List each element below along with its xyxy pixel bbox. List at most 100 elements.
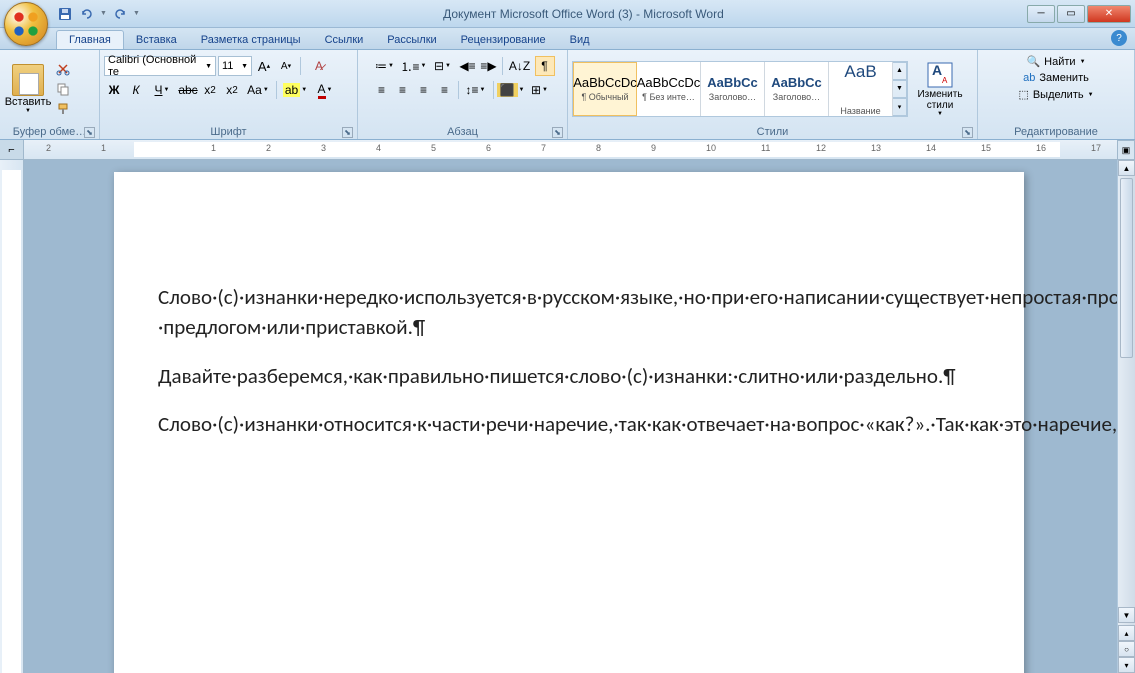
- vertical-scrollbar[interactable]: ▲ ▼ ▴ ○ ▾: [1117, 160, 1135, 673]
- document-area: Слово·(с)·изнанки·нередко·используется·в…: [0, 160, 1135, 673]
- cut-icon[interactable]: [54, 60, 72, 78]
- outdent-button[interactable]: ◀≡: [458, 56, 478, 76]
- office-button[interactable]: [4, 2, 48, 46]
- scroll-thumb[interactable]: [1120, 178, 1133, 358]
- save-icon[interactable]: [56, 5, 74, 23]
- superscript-button[interactable]: x2: [222, 80, 242, 100]
- style-title[interactable]: АаВНазвание: [829, 62, 893, 116]
- undo-dropdown-icon[interactable]: ▼: [100, 10, 107, 17]
- tab-mailings[interactable]: Рассылки: [375, 31, 448, 49]
- tab-insert[interactable]: Вставка: [124, 31, 189, 49]
- group-editing: 🔍Найти ▼ abЗаменить ⬚Выделить ▼ Редактир…: [978, 50, 1135, 139]
- justify-button[interactable]: ≡: [435, 80, 455, 100]
- align-left-button[interactable]: ≡: [372, 80, 392, 100]
- undo-icon[interactable]: [78, 5, 96, 23]
- copy-icon[interactable]: [54, 80, 72, 98]
- font-color-button[interactable]: A▼: [311, 80, 339, 100]
- titlebar: ▼ ▼ Документ Microsoft Office Word (3) -…: [0, 0, 1135, 28]
- tab-references[interactable]: Ссылки: [313, 31, 376, 49]
- qat-customize-icon[interactable]: ▼: [133, 10, 140, 17]
- gallery-down-icon[interactable]: ▼: [893, 80, 907, 98]
- ribbon: Вставить ▼ Буфер обме…⬊ Calibri (Основно…: [0, 50, 1135, 140]
- minimize-button[interactable]: ─: [1027, 5, 1055, 23]
- italic-button[interactable]: К: [126, 80, 146, 100]
- tab-selector[interactable]: ⌐: [0, 140, 24, 159]
- styles-launcher[interactable]: ⬊: [962, 127, 973, 138]
- scroll-down-icon[interactable]: ▼: [1118, 607, 1135, 623]
- align-center-button[interactable]: ≡: [393, 80, 413, 100]
- style-heading1[interactable]: AaBbCcЗаголово…: [701, 62, 765, 116]
- replace-button[interactable]: abЗаменить: [1021, 71, 1091, 85]
- find-button[interactable]: 🔍Найти ▼: [1024, 54, 1087, 69]
- group-font: Calibri (Основной те▼ 11▼ A▴ A▾ A̷ Ж К Ч…: [100, 50, 358, 139]
- ruler-vertical[interactable]: [0, 160, 24, 673]
- redo-icon[interactable]: [111, 5, 129, 23]
- sort-button[interactable]: A↓Z: [506, 56, 534, 76]
- font-size-combo[interactable]: 11▼: [218, 56, 252, 76]
- numbering-button[interactable]: ⒈≡▼: [400, 56, 428, 76]
- font-name-combo[interactable]: Calibri (Основной те▼: [104, 56, 216, 76]
- page[interactable]: Слово·(с)·изнанки·нередко·используется·в…: [114, 172, 1024, 673]
- style-normal[interactable]: AaBbCcDc¶ Обычный: [573, 62, 637, 116]
- paragraph-launcher[interactable]: ⬊: [552, 127, 563, 138]
- paragraph-2[interactable]: Давайте·разберемся,·как·правильно·пишетс…: [158, 361, 934, 391]
- highlight-button[interactable]: ab▼: [281, 80, 309, 100]
- strike-button[interactable]: abc: [178, 80, 198, 100]
- window-title: Документ Microsoft Office Word (3) - Mic…: [140, 7, 1027, 21]
- select-button[interactable]: ⬚Выделить ▼: [1016, 87, 1095, 102]
- ruler[interactable]: 211234567891011121314151617: [24, 140, 1135, 159]
- font-group-label: Шрифт⬊: [104, 125, 353, 139]
- tab-review[interactable]: Рецензирование: [449, 31, 558, 49]
- bullets-button[interactable]: ≔▼: [371, 56, 399, 76]
- multilevel-button[interactable]: ⊟▼: [429, 56, 457, 76]
- group-paragraph: ≔▼ ⒈≡▼ ⊟▼ ◀≡ ≡▶ A↓Z ¶ ≡ ≡ ≡ ≡ ↕≡▼ ⬛▼ ⊞▼: [358, 50, 568, 139]
- change-case-button[interactable]: Aa▼: [244, 80, 272, 100]
- quick-access-toolbar: ▼ ▼: [56, 5, 140, 23]
- clipboard-launcher[interactable]: ⬊: [84, 127, 95, 138]
- shrink-font-icon[interactable]: A▾: [276, 56, 296, 76]
- pilcrow-button[interactable]: ¶: [535, 56, 555, 76]
- clear-format-icon[interactable]: A̷: [305, 56, 333, 76]
- paste-icon: [12, 64, 44, 96]
- style-heading2[interactable]: AaBbCcЗаголово…: [765, 62, 829, 116]
- borders-button[interactable]: ⊞▼: [526, 80, 554, 100]
- grow-font-icon[interactable]: A▴: [254, 56, 274, 76]
- paste-button[interactable]: Вставить ▼: [4, 62, 52, 116]
- gallery-more-icon[interactable]: ▾: [893, 98, 907, 116]
- change-styles-button[interactable]: AA Изменить стили ▼: [912, 61, 968, 117]
- group-styles: AaBbCcDc¶ Обычный AaBbCcDc¶ Без инте… Aa…: [568, 50, 978, 139]
- paragraph-3[interactable]: Слово·(с)·изнанки·относится·к·части·речи…: [158, 409, 934, 439]
- bold-button[interactable]: Ж: [104, 80, 124, 100]
- font-launcher[interactable]: ⬊: [342, 127, 353, 138]
- document-viewport[interactable]: Слово·(с)·изнанки·нередко·используется·в…: [24, 160, 1117, 673]
- tab-view[interactable]: Вид: [558, 31, 602, 49]
- underline-button[interactable]: Ч▼: [148, 80, 176, 100]
- ruler-toggle-icon[interactable]: ▣: [1117, 140, 1135, 160]
- clipboard-group-label: Буфер обме…⬊: [4, 125, 95, 139]
- help-icon[interactable]: ?: [1111, 30, 1127, 46]
- tab-layout[interactable]: Разметка страницы: [189, 31, 313, 49]
- gallery-scroll: ▲ ▼ ▾: [893, 62, 907, 116]
- shading-button[interactable]: ⬛▼: [497, 80, 525, 100]
- paragraph-1[interactable]: Слово·(с)·изнанки·нередко·используется·в…: [158, 282, 934, 343]
- cursor-icon: ⬚: [1018, 88, 1028, 101]
- browse-object-icon[interactable]: ○: [1118, 641, 1135, 657]
- ribbon-tabs: Главная Вставка Разметка страницы Ссылки…: [0, 28, 1135, 50]
- paste-label: Вставить: [5, 96, 52, 108]
- subscript-button[interactable]: x2: [200, 80, 220, 100]
- group-clipboard: Вставить ▼ Буфер обме…⬊: [0, 50, 100, 139]
- styles-group-label: Стили⬊: [572, 125, 973, 139]
- indent-button[interactable]: ≡▶: [479, 56, 499, 76]
- maximize-button[interactable]: ▭: [1057, 5, 1085, 23]
- format-painter-icon[interactable]: [54, 100, 72, 118]
- scroll-up-icon[interactable]: ▲: [1118, 160, 1135, 176]
- line-spacing-button[interactable]: ↕≡▼: [462, 80, 490, 100]
- align-right-button[interactable]: ≡: [414, 80, 434, 100]
- ruler-horizontal: ⌐ 211234567891011121314151617 ▣: [0, 140, 1135, 160]
- close-button[interactable]: ✕: [1087, 5, 1131, 23]
- prev-page-icon[interactable]: ▴: [1118, 625, 1135, 641]
- next-page-icon[interactable]: ▾: [1118, 657, 1135, 673]
- tab-home[interactable]: Главная: [56, 30, 124, 49]
- style-no-spacing[interactable]: AaBbCcDc¶ Без инте…: [637, 62, 701, 116]
- gallery-up-icon[interactable]: ▲: [893, 62, 907, 80]
